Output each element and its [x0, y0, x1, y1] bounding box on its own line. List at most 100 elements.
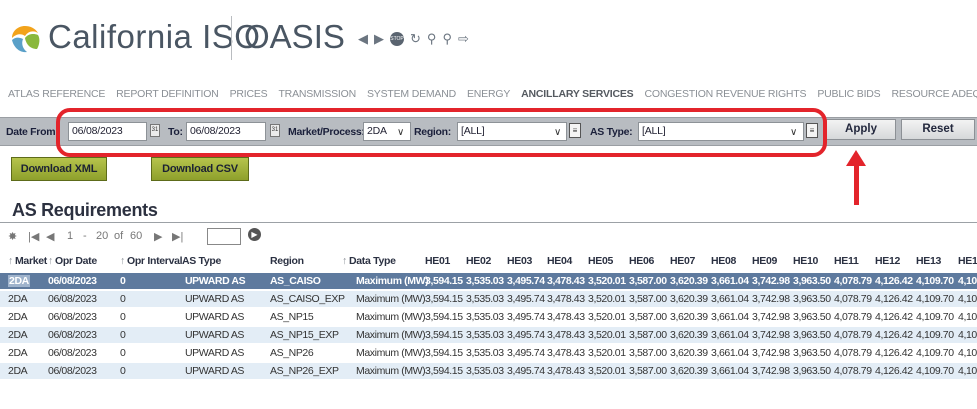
forward-icon[interactable]: ▶: [374, 32, 384, 46]
table-cell: 4,10: [958, 329, 977, 341]
table-cell: 2DA: [8, 275, 30, 287]
table-row[interactable]: 2DA 06/08/2023 0 UPWARD AS AS_NP15 Maximum (M…: [0, 309, 977, 326]
col-opr-interval[interactable]: Opr Interval: [120, 255, 183, 267]
table-cell: UPWARD AS: [185, 311, 245, 323]
table-row[interactable]: 2DA 06/08/2023 0 UPWARD AS AS_NP26_EXP Maximu…: [0, 363, 977, 380]
nav-resource-adequacy[interactable]: RESOURCE ADEQUACY: [891, 88, 977, 100]
table-cell: 3,495.74: [507, 275, 545, 287]
table-cell: 3,594.15: [425, 293, 463, 305]
table-cell: AS_NP26_EXP: [270, 365, 339, 377]
back-icon[interactable]: ◀: [358, 32, 368, 46]
table-cell: 3,963.50: [793, 293, 831, 305]
download-csv-button[interactable]: Download CSV: [151, 157, 249, 181]
table-cell: 4,078.79: [834, 275, 872, 287]
app-header: California ISO OASIS ◀ ▶ STOP ↻ ⚲ ⚲ ⇨: [0, 0, 977, 80]
table-cell: 3,478.43: [547, 293, 585, 305]
table-cell: 4,10: [958, 347, 977, 359]
table-cell: 3,594.15: [425, 311, 463, 323]
table-cell: 2DA: [8, 293, 28, 305]
table-cell: 3,742.98: [752, 347, 790, 359]
table-row[interactable]: 2DA 06/08/2023 0 UPWARD AS AS_NP26 Maximum (M…: [0, 345, 977, 362]
table-cell: 4,10: [958, 275, 977, 287]
table-cell: 06/08/2023: [48, 275, 97, 287]
col-he14[interactable]: HE14: [958, 255, 977, 267]
brand-divider: [231, 16, 232, 60]
col-he06[interactable]: HE06: [629, 255, 654, 267]
page-number-input[interactable]: [207, 228, 241, 245]
pager-of: of: [114, 230, 124, 242]
col-he07[interactable]: HE07: [670, 255, 695, 267]
table-cell: 4,10: [958, 293, 977, 305]
table-cell: 3,620.39: [670, 311, 708, 323]
col-market[interactable]: Market: [8, 255, 47, 267]
col-he09[interactable]: HE09: [752, 255, 777, 267]
nav-atlas-reference[interactable]: ATLAS REFERENCE: [8, 88, 105, 100]
table-cell: 3,963.50: [793, 311, 831, 323]
col-he02[interactable]: HE02: [466, 255, 491, 267]
first-page-icon[interactable]: |◀: [28, 230, 39, 243]
col-he04[interactable]: HE04: [547, 255, 572, 267]
table-cell: 06/08/2023: [48, 311, 97, 323]
search-plus-icon[interactable]: ⚲: [442, 32, 452, 46]
date-from-label: Date From:: [6, 126, 59, 138]
nav-public-bids[interactable]: PUBLIC BIDS: [817, 88, 880, 100]
table-cell: 3,594.15: [425, 365, 463, 377]
brand-name: California ISO: [48, 18, 261, 55]
col-as-type[interactable]: AS Type: [175, 255, 221, 267]
table-row[interactable]: 2DA 06/08/2023 0 UPWARD AS AS_CAISO Maximum (…: [0, 273, 977, 290]
search-icon[interactable]: ⚲: [427, 32, 437, 46]
table-cell: 3,620.39: [670, 275, 708, 287]
col-data-type[interactable]: Data Type: [342, 255, 396, 267]
col-he11[interactable]: HE11: [834, 255, 859, 267]
table-cell: 2DA: [8, 329, 28, 341]
table-cell: Maximum (MW): [356, 347, 426, 359]
section-divider: [0, 222, 977, 223]
col-he10[interactable]: HE10: [793, 255, 818, 267]
col-he12[interactable]: HE12: [875, 255, 900, 267]
reset-button[interactable]: Reset: [901, 119, 975, 140]
table-row[interactable]: 2DA 06/08/2023 0 UPWARD AS AS_NP15_EXP Maximu…: [0, 327, 977, 344]
col-he05[interactable]: HE05: [588, 255, 613, 267]
table-row[interactable]: 2DA 06/08/2023 0 UPWARD AS AS_CAISO_EXP Maxim…: [0, 291, 977, 308]
prev-page-icon[interactable]: ◀: [46, 230, 54, 243]
table-cell: 3,520.01: [588, 365, 626, 377]
next-page-icon[interactable]: ▶: [154, 230, 162, 243]
nav-energy[interactable]: ENERGY: [467, 88, 510, 100]
col-region[interactable]: Region: [270, 255, 304, 267]
nav-prices[interactable]: PRICES: [230, 88, 268, 100]
go-page-icon[interactable]: ▶: [248, 228, 261, 241]
table-cell: 3,478.43: [547, 365, 585, 377]
nav-system-demand[interactable]: SYSTEM DEMAND: [367, 88, 456, 100]
table-cell: 3,478.43: [547, 311, 585, 323]
stop-icon[interactable]: STOP: [390, 32, 404, 46]
last-page-icon[interactable]: ▶|: [172, 230, 183, 243]
col-opr-date[interactable]: Opr Date: [48, 255, 97, 267]
table-cell: 3,963.50: [793, 347, 831, 359]
table-cell: 3,594.15: [425, 347, 463, 359]
table-cell: 0: [120, 311, 126, 323]
table-cell: UPWARD AS: [185, 293, 245, 305]
table-cell: 3,963.50: [793, 329, 831, 341]
col-he03[interactable]: HE03: [507, 255, 532, 267]
app-name: OASIS: [244, 18, 345, 55]
table-cell: 4,126.42: [875, 293, 913, 305]
table-cell: 3,742.98: [752, 275, 790, 287]
table-cell: 4,109.70: [916, 365, 954, 377]
table-cell: 4,078.79: [834, 293, 872, 305]
nav-report-definition[interactable]: REPORT DEFINITION: [116, 88, 219, 100]
col-he01[interactable]: HE01: [425, 255, 450, 267]
table-cell: 0: [120, 275, 126, 287]
nav-congestion-revenue-rights[interactable]: CONGESTION REVENUE RIGHTS: [644, 88, 806, 100]
refresh-icon[interactable]: ✸: [8, 230, 17, 243]
col-he08[interactable]: HE08: [711, 255, 736, 267]
refresh-icon[interactable]: ↻: [410, 32, 421, 46]
nav-ancillary-services[interactable]: ANCILLARY SERVICES: [521, 88, 634, 100]
pager-total: 60: [130, 230, 143, 242]
col-he13[interactable]: HE13: [916, 255, 941, 267]
nav-transmission[interactable]: TRANSMISSION: [278, 88, 356, 100]
table-cell: 3,495.74: [507, 329, 545, 341]
download-xml-button[interactable]: Download XML: [11, 157, 107, 181]
exit-icon[interactable]: ⇨: [458, 32, 469, 46]
table-cell: 4,126.42: [875, 347, 913, 359]
apply-button[interactable]: Apply: [826, 119, 896, 140]
